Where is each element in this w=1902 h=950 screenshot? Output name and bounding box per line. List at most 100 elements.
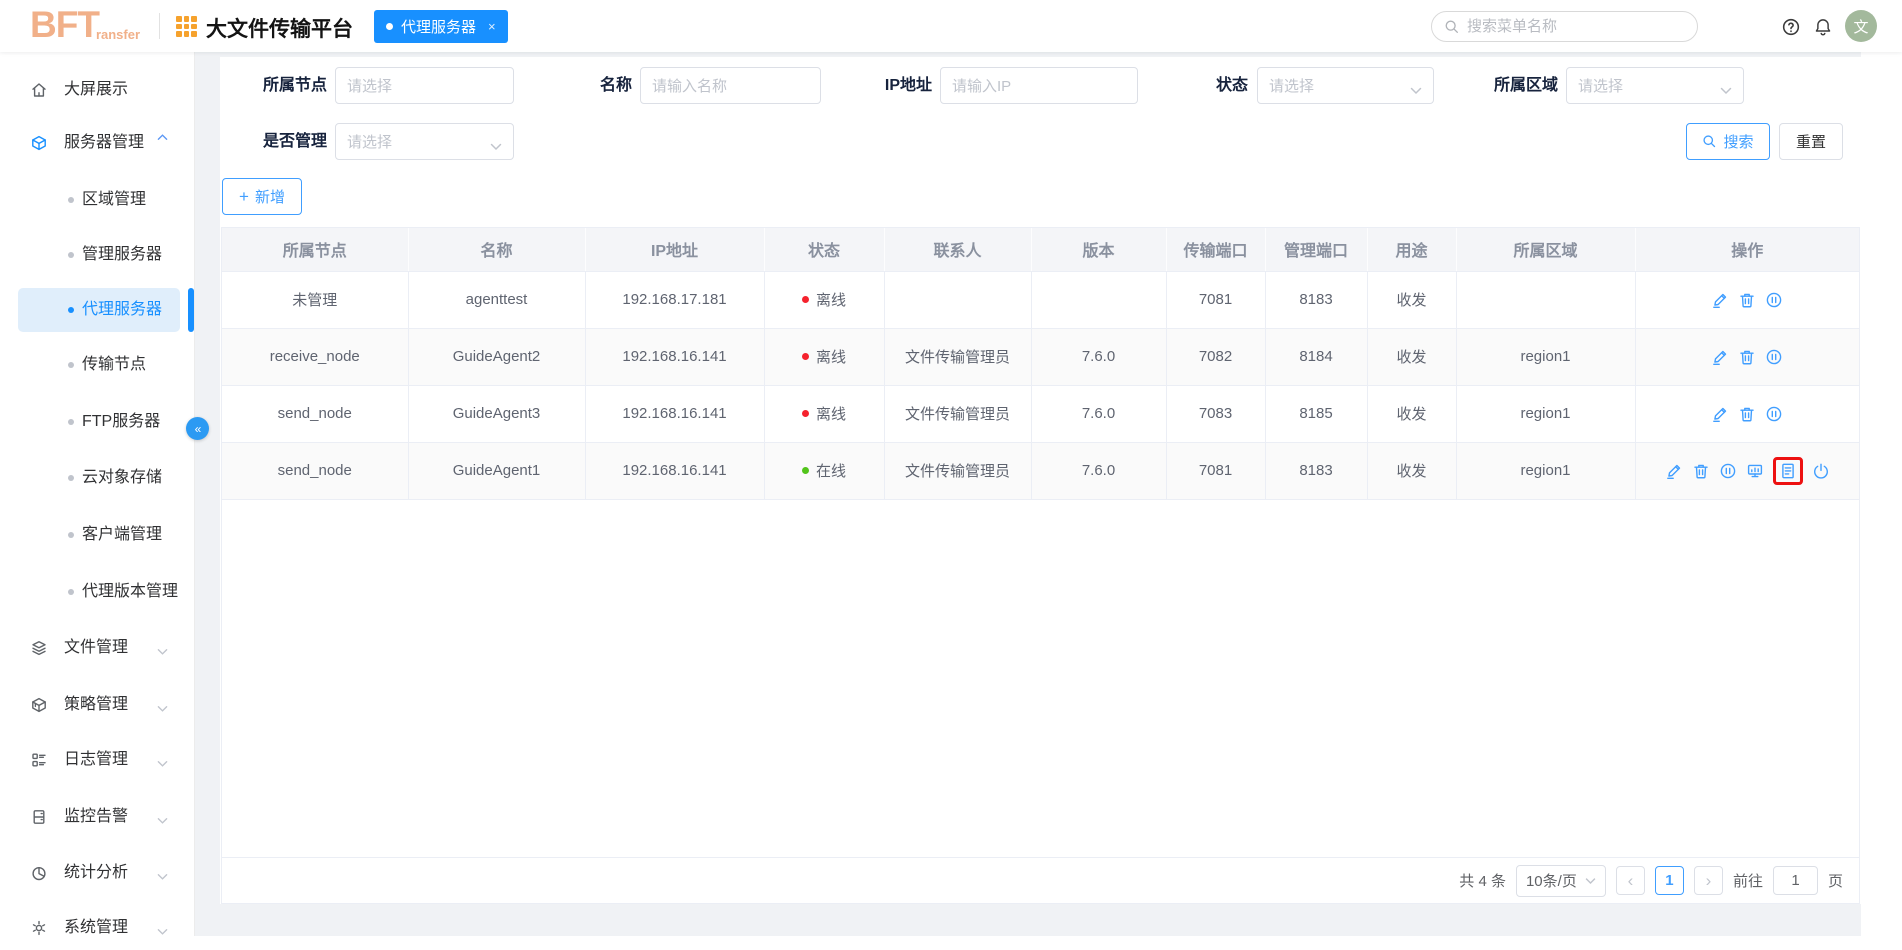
cell-name: GuideAgent2	[408, 328, 585, 385]
sidebar-item-label: 客户端管理	[82, 513, 162, 557]
layers-icon	[30, 639, 48, 657]
cell-contact	[884, 271, 1031, 328]
table-row: send_nodeGuideAgent1192.168.16.141在线文件传输…	[222, 442, 1859, 499]
cell-ip: 192.168.16.141	[585, 385, 764, 442]
current-page-number: 1	[1665, 872, 1673, 889]
cell-usage: 收发	[1367, 442, 1456, 499]
pie-icon	[30, 864, 48, 882]
edit-action-icon[interactable]	[1711, 291, 1729, 309]
tab-close-icon[interactable]: ×	[488, 19, 496, 34]
pause-action-icon[interactable]	[1765, 405, 1783, 423]
next-page-button[interactable]: ›	[1694, 866, 1723, 895]
filter-label-IP地址: IP地址	[850, 67, 932, 104]
filter-select-是否管理[interactable]: 请选择	[335, 123, 514, 160]
filter-select-状态[interactable]: 请选择	[1257, 67, 1434, 104]
filter-input-名称[interactable]: 请输入名称	[640, 67, 821, 104]
cell-actions	[1635, 328, 1859, 385]
goto-page-input[interactable]: 1	[1773, 866, 1818, 895]
edit-action-icon[interactable]	[1711, 348, 1729, 366]
cell-version: 7.6.0	[1031, 385, 1166, 442]
search-button[interactable]: 搜索	[1686, 123, 1770, 160]
sidebar-item-客户端管理[interactable]: 客户端管理	[0, 513, 194, 557]
sidebar-item-FTP服务器[interactable]: FTP服务器	[0, 400, 194, 444]
sidebar-item-大屏展示[interactable]: 大屏展示	[0, 68, 194, 112]
delete-action-icon[interactable]	[1738, 291, 1756, 309]
box-icon	[30, 696, 48, 714]
current-page-button[interactable]: 1	[1655, 866, 1684, 895]
add-button[interactable]: + 新增	[222, 178, 302, 215]
monitor-action-icon[interactable]	[1746, 462, 1764, 480]
pause-action-icon[interactable]	[1765, 348, 1783, 366]
chevron-down-icon	[1720, 82, 1732, 90]
sidebar-item-云对象存储[interactable]: 云对象存储	[0, 456, 194, 500]
bell-icon[interactable]	[1813, 17, 1833, 37]
cell-transfer-port: 7081	[1166, 271, 1265, 328]
status-badge: 离线	[802, 289, 846, 310]
sidebar-item-统计分析[interactable]: 统计分析	[0, 851, 194, 895]
sidebar-item-label: 代理服务器	[82, 288, 162, 332]
status-label: 离线	[816, 403, 846, 424]
cube-icon	[30, 134, 48, 152]
status-label: 离线	[816, 289, 846, 310]
status-badge: 离线	[802, 403, 846, 424]
power-action-icon[interactable]	[1812, 462, 1830, 480]
user-avatar[interactable]: 文	[1845, 10, 1877, 42]
sidebar-item-区域管理[interactable]: 区域管理	[0, 178, 194, 222]
sidebar-item-系统管理[interactable]: 系统管理	[0, 906, 194, 950]
sidebar-item-传输节点[interactable]: 传输节点	[0, 343, 194, 387]
goto-label: 前往	[1733, 870, 1763, 891]
cell-manage-port: 8183	[1265, 271, 1367, 328]
app-grid-icon	[176, 16, 197, 37]
add-button-label: 新增	[255, 186, 285, 207]
filter-select-所属区域[interactable]: 请选择	[1566, 67, 1744, 104]
delete-action-icon[interactable]	[1738, 348, 1756, 366]
sidebar-item-代理版本管理[interactable]: 代理版本管理	[0, 570, 194, 614]
tab-active-dot	[386, 23, 393, 30]
delete-action-icon[interactable]	[1692, 462, 1710, 480]
delete-action-icon[interactable]	[1738, 405, 1756, 423]
help-icon[interactable]	[1781, 17, 1801, 37]
cell-region: region1	[1456, 328, 1635, 385]
cell-actions	[1635, 442, 1859, 499]
status-dot-icon	[802, 410, 809, 417]
status-dot-icon	[802, 467, 809, 474]
sidebar-item-服务器管理[interactable]: 服务器管理	[0, 121, 194, 165]
column-header-联系人: 联系人	[884, 228, 1031, 271]
pause-action-icon[interactable]	[1765, 291, 1783, 309]
reset-button-label: 重置	[1796, 131, 1826, 152]
document-action-icon[interactable]	[1779, 462, 1797, 480]
placeholder-text: 请输入名称	[652, 75, 809, 96]
red-highlight-box	[1773, 457, 1803, 485]
sidebar-item-代理服务器[interactable]: 代理服务器	[0, 288, 194, 332]
filter-label-是否管理: 是否管理	[232, 123, 327, 160]
sidebar-item-管理服务器[interactable]: 管理服务器	[0, 233, 194, 277]
chevron-down-icon	[1410, 82, 1422, 90]
page-size-select[interactable]: 10条/页	[1516, 865, 1606, 897]
filter-input-IP地址[interactable]: 请输入IP	[940, 67, 1138, 104]
sidebar-item-label: 传输节点	[82, 343, 146, 387]
sidebar-item-label: FTP服务器	[82, 400, 160, 444]
tab-proxy-server[interactable]: 代理服务器 ×	[374, 10, 508, 43]
page-size-value: 10条/页	[1526, 870, 1577, 891]
filter-select-所属节点[interactable]: 请选择	[335, 67, 514, 104]
pause-action-icon[interactable]	[1719, 462, 1737, 480]
sidebar-item-日志管理[interactable]: 日志管理	[0, 738, 194, 782]
cell-transfer-port: 7082	[1166, 328, 1265, 385]
cell-version	[1031, 271, 1166, 328]
sidebar-item-文件管理[interactable]: 文件管理	[0, 626, 194, 670]
edit-action-icon[interactable]	[1665, 462, 1683, 480]
sidebar-item-策略管理[interactable]: 策略管理	[0, 683, 194, 727]
logo-rest: ransfer	[96, 27, 140, 42]
tab-label: 代理服务器	[401, 16, 476, 37]
status-dot-icon	[802, 353, 809, 360]
menu-search-input[interactable]	[1467, 18, 1667, 35]
reset-button[interactable]: 重置	[1779, 123, 1843, 160]
menu-search-box[interactable]	[1431, 11, 1698, 42]
pagination: 共 4 条 10条/页 ‹ 1 › 前往 1 页	[222, 857, 1859, 903]
prev-page-button[interactable]: ‹	[1616, 866, 1645, 895]
bullet-dot-icon	[68, 362, 74, 368]
cell-region	[1456, 271, 1635, 328]
sidebar-collapse-button[interactable]: «	[186, 417, 209, 440]
sidebar-item-监控告警[interactable]: 监控告警	[0, 795, 194, 839]
edit-action-icon[interactable]	[1711, 405, 1729, 423]
